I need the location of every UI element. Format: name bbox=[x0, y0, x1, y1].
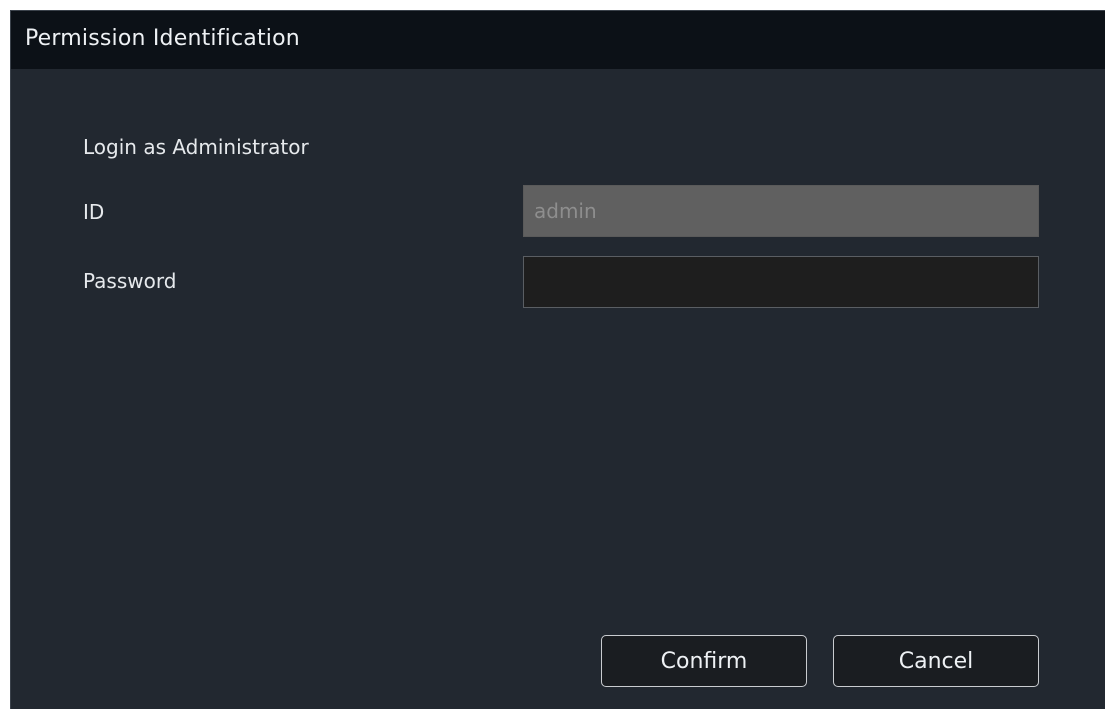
id-field[interactable] bbox=[523, 185, 1039, 237]
login-section-label: Login as Administrator bbox=[83, 135, 309, 159]
dialog-title: Permission Identification bbox=[25, 26, 300, 51]
dialog-titlebar: Permission Identification bbox=[11, 11, 1105, 69]
password-field[interactable] bbox=[523, 256, 1039, 308]
password-label: Password bbox=[83, 269, 177, 293]
id-label: ID bbox=[83, 200, 105, 224]
permission-dialog: Permission Identification Login as Admin… bbox=[10, 10, 1105, 709]
cancel-button[interactable]: Cancel bbox=[833, 635, 1039, 687]
confirm-button[interactable]: Confirm bbox=[601, 635, 807, 687]
